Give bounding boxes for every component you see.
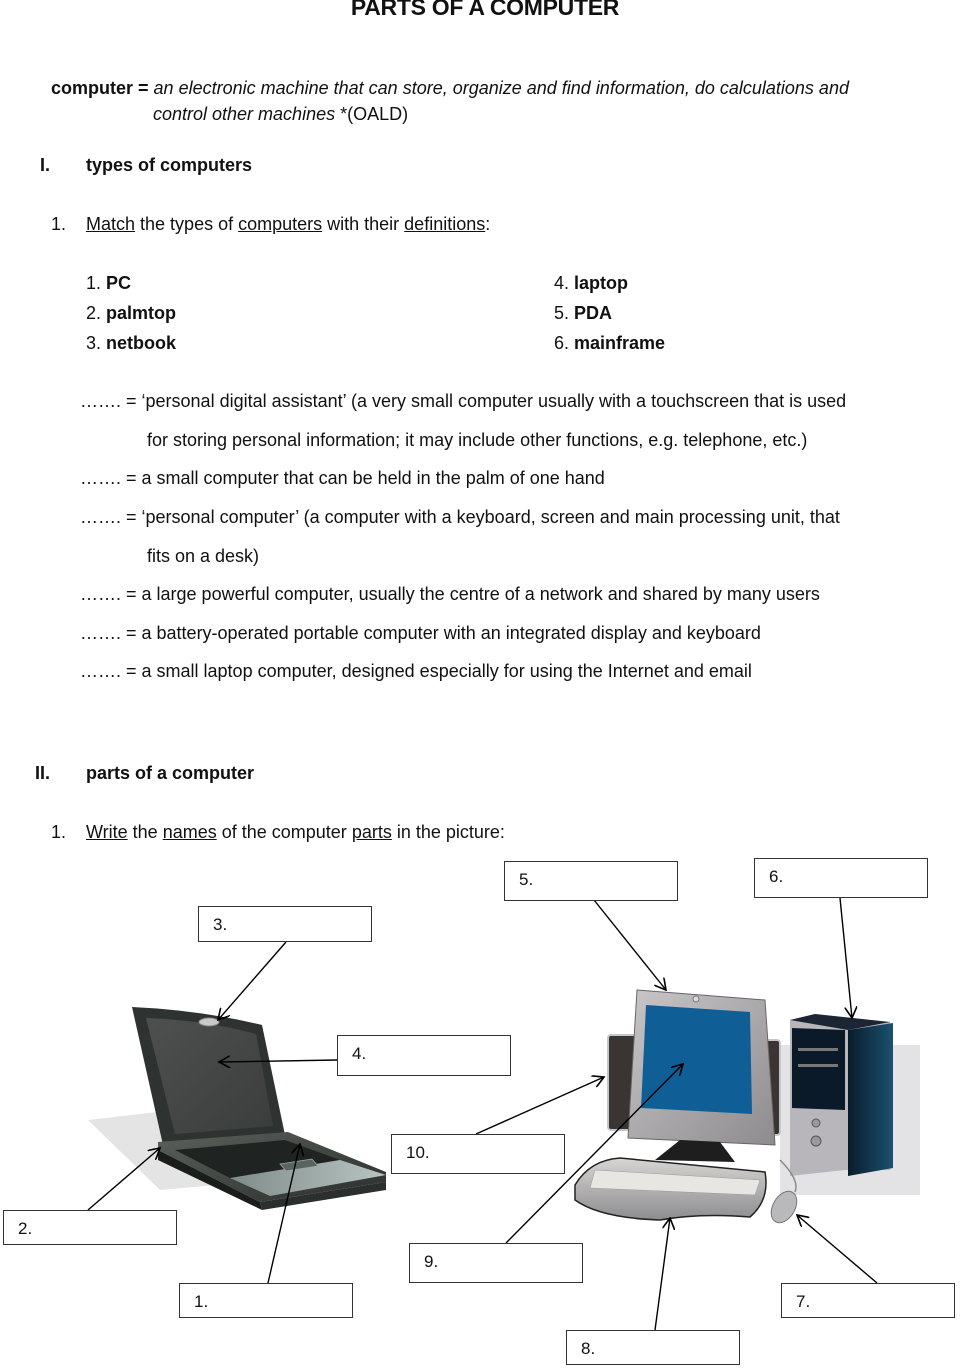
laptop-shadow	[88, 1110, 330, 1190]
answer-blank[interactable]: ……. =	[80, 623, 137, 643]
tower-shadow	[780, 1045, 920, 1195]
left-speaker	[607, 1034, 637, 1131]
instruction-word: names	[162, 822, 217, 842]
definition-row-continuation: for storing personal information; it may…	[147, 430, 808, 450]
definition-term: computer =	[51, 78, 149, 98]
keyboard	[574, 1157, 767, 1221]
tower-side	[848, 1023, 893, 1176]
exercise-2-number: 1.	[51, 822, 67, 842]
exercise-2-instruction: Write the names of the computer parts in…	[86, 822, 505, 843]
mouse	[770, 1190, 798, 1224]
answer-blank[interactable]: ……. =	[80, 468, 137, 488]
arrow-1	[267, 1144, 300, 1284]
monitor-screen	[641, 1005, 752, 1114]
option-item: 3. netbook	[86, 333, 177, 353]
option-item: 6. mainframe	[554, 333, 666, 353]
arrow-6	[839, 897, 852, 1018]
definition-row: ……. = ‘personal digital assistant’ (a ve…	[80, 391, 847, 411]
label-box-3[interactable]: 3.	[198, 906, 372, 942]
laptop-keyboard	[175, 1140, 340, 1178]
mouse-cable	[779, 1159, 797, 1193]
instruction-text: of the computer	[216, 822, 352, 842]
instruction-word: parts	[351, 822, 392, 842]
definition-row: ……. = ‘personal computer’ (a computer wi…	[80, 507, 840, 527]
definition-row: ……. = a small computer that can be held …	[80, 468, 605, 488]
answer-blank[interactable]: ……. =	[80, 391, 137, 411]
arrow-4	[219, 1060, 338, 1062]
instruction-word: Write	[86, 822, 128, 842]
arrow-2	[87, 1148, 160, 1211]
definition-source: *(OALD)	[335, 104, 409, 124]
answer-blank[interactable]: ……. =	[80, 584, 137, 604]
laptop-touchpad	[279, 1158, 319, 1172]
definition-line-1: computer = an electronic machine that ca…	[51, 78, 849, 99]
exercise-1-instruction: Match the types of computers with their …	[86, 214, 490, 235]
option-item: 2. palmtop	[86, 303, 177, 323]
page-title: PARTS OF A COMPUTER	[350, 0, 620, 20]
arrow-7	[797, 1215, 878, 1284]
arrow-10	[475, 1077, 604, 1135]
answer-blank[interactable]: ……. =	[80, 661, 137, 681]
desktop-image	[574, 989, 920, 1224]
label-box-2[interactable]: 2.	[3, 1210, 177, 1245]
definition-row-continuation: fits on a desk)	[147, 546, 260, 566]
definition-row: ……. = a large powerful computer, usually…	[80, 584, 820, 604]
laptop-keyboard-deck	[158, 1132, 386, 1202]
answer-blank[interactable]: ……. =	[80, 507, 137, 527]
instruction-word: Match	[86, 214, 136, 234]
section-1-heading: types of computers	[86, 155, 253, 175]
right-speaker	[751, 1039, 781, 1136]
section-1-numeral: I.	[40, 155, 51, 175]
laptop-webcam	[198, 1017, 220, 1027]
arrow-8	[654, 1218, 670, 1331]
arrow-5	[593, 899, 666, 990]
laptop-lid	[132, 1007, 285, 1145]
instruction-text: in the picture:	[391, 822, 505, 842]
definition-line-2: control other machines *(OALD)	[153, 104, 408, 125]
definition-row: ……. = a small laptop computer, designed …	[80, 661, 752, 681]
instruction-text: :	[485, 214, 491, 234]
exercise-1-number: 1.	[51, 214, 67, 234]
laptop-palmrest	[230, 1160, 386, 1196]
label-box-7[interactable]: 7.	[781, 1283, 955, 1318]
tower-drive-panel	[792, 1028, 845, 1110]
instruction-text: the types of	[135, 214, 239, 234]
laptop-screen	[146, 1018, 273, 1134]
definition-text-1: an electronic machine that can store, or…	[153, 78, 849, 98]
section-2-heading: parts of a computer	[86, 763, 255, 783]
definition-row: ……. = a battery-operated portable comput…	[80, 623, 761, 643]
tower-front	[790, 1014, 890, 1176]
option-item: 5. PDA	[554, 303, 613, 323]
instruction-text: with their	[322, 214, 405, 234]
arrow-3	[218, 941, 287, 1020]
label-box-6[interactable]: 6.	[754, 858, 928, 898]
monitor-stand	[655, 1140, 735, 1162]
instruction-word: computers	[238, 214, 323, 234]
instruction-word: definitions	[404, 214, 486, 234]
definition-text-2: control other machines	[153, 104, 336, 124]
label-box-1[interactable]: 1.	[179, 1283, 353, 1318]
label-box-4[interactable]: 4.	[337, 1035, 511, 1076]
monitor-bezel	[627, 989, 776, 1146]
instruction-text: the	[127, 822, 163, 842]
section-2-numeral: II.	[35, 763, 51, 783]
label-box-8[interactable]: 8.	[566, 1330, 740, 1365]
label-box-5[interactable]: 5.	[504, 861, 678, 901]
label-box-9[interactable]: 9.	[409, 1243, 583, 1283]
option-item: 4. laptop	[554, 273, 629, 293]
option-item: 1. PC	[86, 273, 132, 293]
label-box-10[interactable]: 10.	[391, 1134, 565, 1174]
